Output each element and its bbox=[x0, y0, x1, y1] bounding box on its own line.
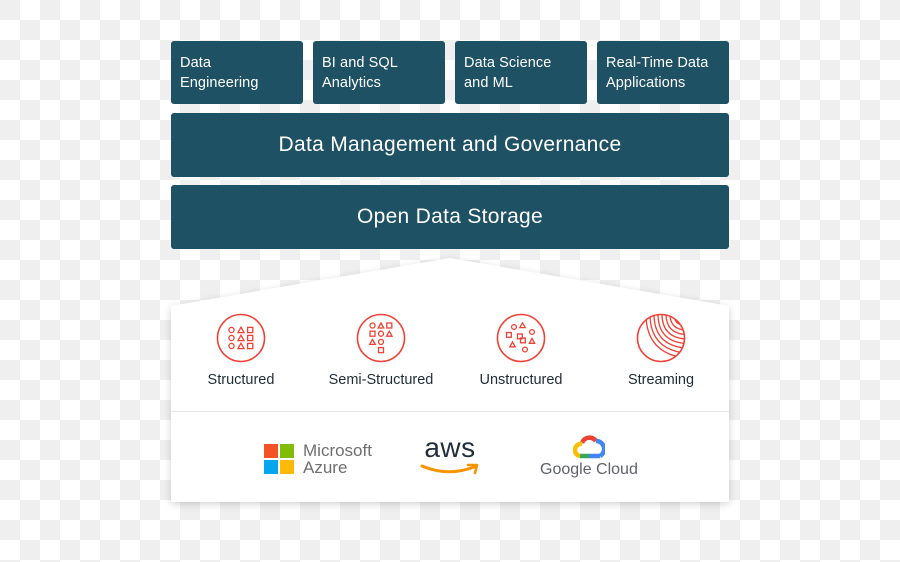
format-label: Structured bbox=[207, 372, 275, 388]
format-label: Semi-Structured bbox=[328, 372, 434, 388]
format-label: Unstructured bbox=[479, 372, 563, 388]
layer-label: Open Data Storage bbox=[356, 205, 544, 228]
data-formats-row: Structured Semi-Structured Unstructured … bbox=[171, 305, 729, 411]
use-case-bi-sql-analytics: BI and SQL Analytics bbox=[313, 41, 445, 104]
use-case-label: Applications bbox=[606, 75, 686, 91]
google-cloud-icon bbox=[573, 435, 605, 459]
layer-open-data-storage: Open Data Storage bbox=[171, 185, 729, 249]
azure-wordmark: Microsoft Azure bbox=[303, 442, 372, 476]
google-cloud-logo: Google Cloud bbox=[540, 434, 640, 482]
aws-smile-arrow-icon bbox=[420, 463, 479, 475]
format-semi-structured: Semi-Structured bbox=[311, 313, 451, 388]
format-streaming: Streaming bbox=[591, 313, 731, 388]
unstructured-data-icon bbox=[496, 313, 546, 363]
use-case-label: Engineering bbox=[180, 75, 259, 91]
azure-line-1: Microsoft bbox=[303, 441, 372, 460]
format-label: Streaming bbox=[627, 372, 695, 388]
layer-label: Data Management and Governance bbox=[278, 133, 622, 156]
streaming-data-icon bbox=[636, 313, 686, 363]
format-unstructured: Unstructured bbox=[451, 313, 591, 388]
structured-data-icon bbox=[216, 313, 266, 363]
use-case-label: Data Science bbox=[464, 55, 552, 71]
semi-structured-data-icon bbox=[356, 313, 406, 363]
aws-logo: aws bbox=[420, 434, 480, 478]
use-case-label: and ML bbox=[464, 75, 513, 91]
use-case-label: Analytics bbox=[322, 75, 381, 91]
aws-wordmark: aws bbox=[424, 432, 476, 463]
microsoft-windows-icon bbox=[264, 444, 294, 474]
use-case-real-time-data-apps: Real-Time Data Applications bbox=[597, 41, 729, 104]
use-case-data-engineering: Data Engineering bbox=[171, 41, 303, 104]
azure-line-2: Azure bbox=[303, 458, 348, 477]
google-cloud-wordmark: Google Cloud bbox=[540, 461, 638, 478]
use-case-data-science-ml: Data Science and ML bbox=[455, 41, 587, 104]
microsoft-azure-logo: Microsoft Azure bbox=[264, 442, 384, 478]
use-case-label: Data bbox=[180, 55, 212, 71]
cloud-providers-row: Microsoft Azure aws Google Cloud bbox=[171, 412, 729, 502]
use-case-label: BI and SQL bbox=[322, 55, 398, 71]
layer-data-management-governance: Data Management and Governance bbox=[171, 113, 729, 177]
use-case-label: Real-Time Data bbox=[606, 55, 709, 71]
format-structured: Structured bbox=[171, 313, 311, 388]
